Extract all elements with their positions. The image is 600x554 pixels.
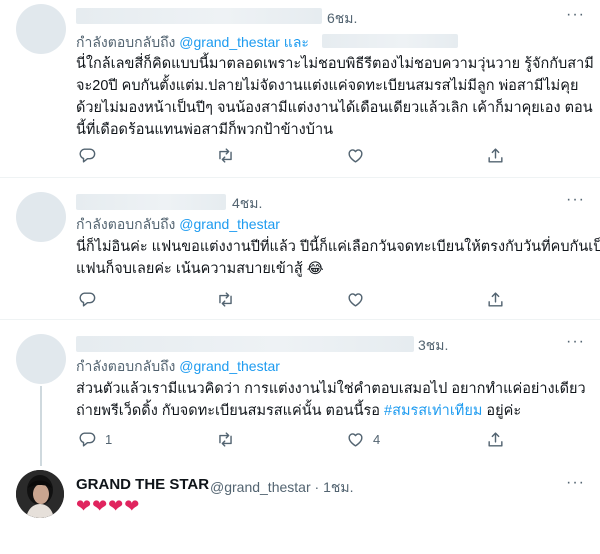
profile-photo bbox=[16, 470, 64, 518]
reply-button[interactable] bbox=[78, 146, 97, 165]
tweet-text-line: นี่ก็ไม่อินค่ะ แฟนขอแต่งงานปีที่แล้ว ปีน… bbox=[76, 239, 600, 255]
retweet-icon bbox=[219, 432, 232, 447]
user-handle[interactable]: @grand_thestar · 1ชม. bbox=[210, 477, 353, 499]
reply-to-label: กำลังตอบกลับถึง bbox=[76, 34, 180, 50]
like-icon bbox=[348, 433, 363, 447]
tweet-1[interactable]: 6ชม. ··· กำลังตอบกลับถึง @grand_thestar … bbox=[0, 0, 600, 176]
redacted-user-name bbox=[76, 194, 226, 210]
more-icon[interactable]: ··· bbox=[566, 474, 585, 492]
reply-button[interactable] bbox=[78, 290, 97, 309]
retweet-icon bbox=[219, 292, 232, 307]
share-icon bbox=[488, 432, 503, 447]
tweet-text-segment: อยู่ค่ะ bbox=[482, 403, 522, 419]
reply-mention-link[interactable]: @grand_thestar bbox=[179, 216, 280, 232]
avatar[interactable] bbox=[16, 470, 64, 518]
share-button[interactable] bbox=[486, 290, 505, 309]
heart-emojis: ❤❤❤❤ bbox=[76, 496, 141, 516]
like-icon bbox=[348, 293, 363, 307]
reply-count: 1 bbox=[105, 432, 113, 447]
reply-mention-link[interactable]: @grand_thestar bbox=[179, 34, 280, 50]
reply-icon bbox=[79, 292, 96, 307]
tweet-reply-grand-the-star[interactable]: GRAND THE STAR @grand_thestar · 1ชม. ···… bbox=[0, 460, 600, 554]
tweet-text: นี่ใกล้เลขสี่ก็คิดแบบนี้มาตลอดเพราะไม่ชอ… bbox=[76, 53, 594, 141]
reply-icon bbox=[79, 148, 96, 163]
reply-to-line: กำลังตอบกลับถึง @grand_thestar และ bbox=[76, 32, 309, 54]
like-button[interactable] bbox=[346, 146, 365, 165]
tweet-text-line: ถ่ายพรีเว็ดดิ้ง กับจดทะเบียนสมรสแค่นั้น … bbox=[76, 400, 586, 422]
more-icon[interactable]: ··· bbox=[566, 6, 585, 24]
tweet-time[interactable]: 3ชม. bbox=[418, 335, 448, 357]
avatar[interactable] bbox=[16, 334, 66, 384]
tweet-actions: 1 4 bbox=[76, 430, 596, 450]
avatar[interactable] bbox=[16, 192, 66, 242]
reply-to-label: กำลังตอบกลับถึง bbox=[76, 358, 180, 374]
reply-to-line: กำลังตอบกลับถึง @grand_thestar bbox=[76, 214, 280, 236]
tweet-3[interactable]: 3ชม. ··· กำลังตอบกลับถึง @grand_thestar … bbox=[0, 320, 600, 460]
tweet-actions bbox=[76, 146, 596, 166]
retweet-button[interactable] bbox=[216, 146, 235, 165]
share-button[interactable] bbox=[486, 430, 505, 449]
redacted-mentions bbox=[322, 34, 458, 48]
tweet-text-line: ด้วยไม่มองหน้าเป็นปีๆ จนน้องสามีแต่งงานไ… bbox=[76, 100, 593, 116]
more-icon[interactable]: ··· bbox=[566, 333, 585, 351]
tweet-text-line: นี่ใกล้เลขสี่ก็คิดแบบนี้มาตลอดเพราะไม่ชอ… bbox=[76, 56, 594, 72]
tweet-text-line: นี้ที่เดือดร้อนแทนพ่อสามีก็พวกป้าข้างบ้า… bbox=[76, 122, 334, 138]
share-icon bbox=[488, 292, 503, 307]
reply-mention-link[interactable]: @grand_thestar bbox=[179, 358, 280, 374]
thread-connector bbox=[40, 386, 42, 466]
reply-button[interactable]: 1 bbox=[78, 430, 112, 449]
reply-to-line: กำลังตอบกลับถึง @grand_thestar bbox=[76, 356, 280, 378]
tweet-text-line: ส่วนตัวแล้วเรามีแนวคิดว่า การแต่งงานไม่ใ… bbox=[76, 381, 586, 397]
reply-icon bbox=[79, 432, 96, 447]
separator-dot: · bbox=[314, 479, 320, 495]
retweet-button[interactable] bbox=[216, 430, 235, 449]
like-icon bbox=[348, 149, 363, 163]
like-button[interactable]: 4 bbox=[346, 430, 380, 449]
avatar[interactable] bbox=[16, 4, 66, 54]
like-button[interactable] bbox=[346, 290, 365, 309]
redacted-user-name bbox=[76, 8, 322, 24]
tweet-text: นี่ก็ไม่อินค่ะ แฟนขอแต่งงานปีที่แล้ว ปีน… bbox=[76, 236, 600, 280]
tweet-text-line: แฟนก็จบเลยค่ะ เน้นความสบายเข้าสู้ 😂 bbox=[76, 261, 324, 277]
share-button[interactable] bbox=[486, 146, 505, 165]
tweet-time[interactable]: 4ชม. bbox=[232, 193, 262, 215]
tweet-text: ส่วนตัวแล้วเรามีแนวคิดว่า การแต่งงานไม่ใ… bbox=[76, 378, 586, 422]
user-handle-text[interactable]: @grand_thestar bbox=[210, 479, 311, 495]
tweet-2[interactable]: 4ชม. ··· กำลังตอบกลับถึง @grand_thestar … bbox=[0, 178, 600, 318]
user-display-name[interactable]: GRAND THE STAR bbox=[76, 476, 209, 493]
retweet-icon bbox=[219, 148, 232, 163]
reply-and-label[interactable]: และ bbox=[280, 34, 309, 50]
tweet-time[interactable]: 6ชม. bbox=[327, 8, 357, 30]
tweet-text-line: จะ20ปี คบกันตั้งแต่ม.ปลายไม่จัดงานแต่งแค… bbox=[76, 78, 579, 94]
hashtag-link[interactable]: #สมรสเท่าเทียม bbox=[384, 403, 482, 419]
more-icon[interactable]: ··· bbox=[566, 191, 585, 209]
reply-to-label: กำลังตอบกลับถึง bbox=[76, 216, 180, 232]
tweet-time[interactable]: 1ชม. bbox=[323, 479, 353, 495]
tweet-text-segment: ถ่ายพรีเว็ดดิ้ง กับจดทะเบียนสมรสแค่นั้น … bbox=[76, 403, 385, 419]
like-count: 4 bbox=[373, 432, 381, 447]
redacted-user-name bbox=[76, 336, 414, 352]
retweet-button[interactable] bbox=[216, 290, 235, 309]
tweet-actions bbox=[76, 290, 596, 310]
share-icon bbox=[488, 148, 503, 163]
